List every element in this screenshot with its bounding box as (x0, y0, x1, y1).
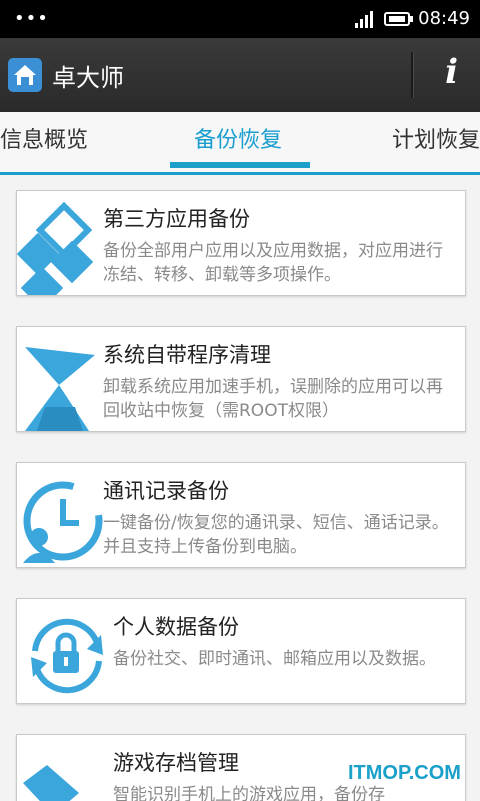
active-tab-indicator (170, 162, 310, 168)
watermark: ITMOP.COM (348, 762, 461, 784)
toolbar-divider (411, 52, 414, 98)
tab-bar: 信息概览 备份恢复 计划恢复 (0, 112, 480, 175)
card-app-backup[interactable]: 第三方应用备份 备份全部用户应用以及应用数据，对应用进行冻结、转移、卸载等多项操… (16, 190, 466, 296)
status-bar: ••• 08:49 (0, 0, 480, 38)
info-button[interactable]: i (445, 52, 458, 92)
card-system-cleanup[interactable]: 系统自带程序清理 卸载系统应用加速手机，误删除的应用可以再回收站中恢复（需ROO… (16, 326, 466, 432)
signal-icon (355, 11, 373, 28)
card-title: 个人数据备份 (113, 615, 239, 639)
apps-diamond-icon (17, 201, 94, 295)
card-description: 卸载系统应用加速手机，误删除的应用可以再回收站中恢复（需ROOT权限） (103, 377, 443, 421)
tab-backup-restore[interactable]: 备份恢复 (194, 122, 282, 154)
app-logo-icon (8, 58, 42, 92)
app-bar: 卓大师 i (0, 38, 480, 112)
game-save-icon (23, 765, 79, 801)
card-personal-data-backup[interactable]: 个人数据备份 备份社交、即时通讯、邮箱应用以及数据。 (16, 598, 466, 704)
lock-sync-icon (31, 618, 103, 694)
card-title: 游戏存档管理 (113, 751, 239, 775)
tab-scheduled-restore[interactable]: 计划恢复 (392, 122, 480, 154)
card-title: 第三方应用备份 (103, 207, 250, 231)
hourglass-icon (25, 347, 95, 431)
app-title: 卓大师 (52, 64, 124, 92)
card-contacts-backup[interactable]: 通讯记录备份 一键备份/恢复您的通讯录、短信、通话记录。并且支持上传备份到电脑。 (16, 462, 466, 568)
card-description: 备份全部用户应用以及应用数据，对应用进行冻结、转移、卸载等多项操作。 (103, 241, 443, 285)
card-description: 智能识别手机上的游戏应用，备份存 (113, 785, 385, 801)
clock: 08:49 (418, 8, 470, 29)
notification-dots: ••• (14, 8, 49, 29)
card-description: 备份社交、即时通讯、邮箱应用以及数据。 (113, 649, 436, 669)
tab-overview[interactable]: 信息概览 (0, 122, 88, 154)
card-title: 通讯记录备份 (103, 479, 229, 503)
card-description: 一键备份/恢复您的通讯录、短信、通话记录。并且支持上传备份到电脑。 (103, 513, 449, 557)
clock-contact-icon (23, 481, 103, 563)
battery-icon (384, 12, 410, 26)
card-title: 系统自带程序清理 (103, 343, 271, 367)
